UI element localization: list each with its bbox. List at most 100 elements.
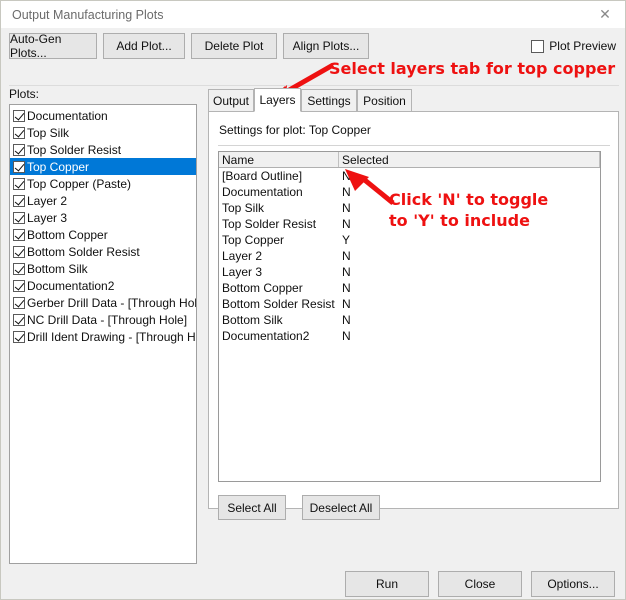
plot-list-item-label: Layer 2	[27, 193, 68, 208]
tab-layers[interactable]: Layers	[254, 88, 301, 112]
checkbox-icon[interactable]	[13, 143, 25, 156]
plots-listbox[interactable]: Documentation Top Silk Top Solder Resist To…	[9, 104, 197, 564]
toolbar-button-auto-gen-plots[interactable]: Auto-Gen Plots...	[9, 32, 97, 60]
tab-strip: Output Layers Settings Position	[208, 88, 619, 112]
plot-list-item[interactable]: Documentation	[10, 107, 196, 124]
layers-grid-row[interactable]: Top Solder Resist N	[219, 216, 600, 232]
panel-separator	[218, 145, 610, 146]
layer-selected-cell[interactable]: N	[339, 200, 600, 216]
layer-selected-cell[interactable]: Y	[339, 232, 600, 248]
plot-list-item[interactable]: Top Silk	[10, 124, 196, 141]
select-all-button[interactable]: Select All	[218, 495, 286, 520]
plot-list-item[interactable]: Top Copper	[10, 158, 196, 175]
layers-grid-row[interactable]: Top Silk N	[219, 200, 600, 216]
layers-grid-row[interactable]: Layer 2 N	[219, 248, 600, 264]
column-header-name[interactable]: Name	[219, 152, 339, 167]
deselect-all-button[interactable]: Deselect All	[302, 495, 380, 520]
checkbox-icon[interactable]	[13, 109, 25, 122]
layers-grid-row[interactable]: Documentation N	[219, 184, 600, 200]
plot-list-item[interactable]: Drill Ident Drawing - [Through Hole	[10, 328, 196, 345]
layer-name-cell: Bottom Solder Resist	[222, 297, 335, 311]
checkbox-icon[interactable]	[13, 245, 25, 258]
toolbar: Auto-Gen Plots... Add Plot... Delete Plot A…	[1, 28, 625, 65]
layers-grid-row[interactable]: Layer 3 N	[219, 264, 600, 280]
toolbar-separator	[9, 85, 619, 86]
layer-selected-cell[interactable]: N	[339, 184, 600, 200]
plot-list-item-label: Layer 3	[27, 210, 68, 225]
plot-list-item-label: Drill Ident Drawing - [Through Hole	[27, 329, 196, 344]
toolbar-button-delete-plot[interactable]: Delete Plot	[191, 33, 277, 59]
layers-grid-row[interactable]: Bottom Solder Resist N	[219, 296, 600, 312]
plot-list-item[interactable]: Bottom Silk	[10, 260, 196, 277]
settings-heading: Settings for plot: Top Copper	[219, 123, 371, 137]
checkbox-icon[interactable]	[13, 126, 25, 139]
plot-list-item[interactable]: Bottom Solder Resist	[10, 243, 196, 260]
layer-name-cell: Layer 3	[222, 265, 263, 279]
checkbox-icon[interactable]	[13, 262, 25, 275]
layer-name-cell: Layer 2	[222, 249, 263, 263]
layer-selected-cell[interactable]: N	[339, 216, 600, 232]
layer-selected-cell[interactable]: N	[339, 168, 600, 184]
plot-list-item-label: Top Copper	[27, 159, 90, 174]
layers-tab-panel: Settings for plot: Top Copper Name Selec…	[208, 111, 619, 520]
layer-selected-cell[interactable]: N	[339, 248, 600, 264]
options-button[interactable]: Options...	[531, 571, 615, 597]
layer-selected-cell[interactable]: N	[339, 328, 600, 344]
tab-settings[interactable]: Settings	[301, 89, 357, 111]
close-button[interactable]: Close	[438, 571, 522, 597]
plot-list-item[interactable]: NC Drill Data - [Through Hole]	[10, 311, 196, 328]
checkbox-icon[interactable]	[13, 330, 25, 343]
plot-list-item-label: Documentation2	[27, 278, 115, 293]
layer-name-cell: Bottom Copper	[222, 281, 303, 295]
layer-name-cell: Top Solder Resist	[222, 217, 317, 231]
plot-list-item-label: NC Drill Data - [Through Hole]	[27, 312, 188, 327]
plot-list-item[interactable]: Top Solder Resist	[10, 141, 196, 158]
checkbox-icon[interactable]	[13, 160, 25, 173]
plot-list-item[interactable]: Gerber Drill Data - [Through Hole]	[10, 294, 196, 311]
window-title: Output Manufacturing Plots	[12, 7, 164, 22]
title-bar: Output Manufacturing Plots ✕	[1, 1, 625, 28]
plot-list-item-label: Top Copper (Paste)	[27, 176, 132, 191]
plot-list-item[interactable]: Documentation2	[10, 277, 196, 294]
checkbox-icon[interactable]	[13, 296, 25, 309]
checkbox-icon[interactable]	[13, 177, 25, 190]
plot-preview-checkbox[interactable]: Plot Preview	[531, 39, 616, 53]
layers-grid-row[interactable]: [Board Outline] N	[219, 168, 600, 184]
layer-selected-cell[interactable]: N	[339, 264, 600, 280]
layers-grid-row[interactable]: Top Copper Y	[219, 232, 600, 248]
checkbox-icon[interactable]	[13, 228, 25, 241]
checkbox-icon[interactable]	[13, 313, 25, 326]
layers-grid-header: Name Selected	[219, 152, 600, 168]
layer-selected-cell[interactable]: N	[339, 296, 600, 312]
output-manufacturing-plots-dialog: Output Manufacturing Plots ✕ Auto-Gen Pl…	[0, 0, 626, 600]
layer-name-cell: Top Silk	[222, 201, 265, 215]
layers-grid-row[interactable]: Bottom Silk N	[219, 312, 600, 328]
toolbar-button-align-plots[interactable]: Align Plots...	[283, 33, 369, 59]
layers-grid-body: [Board Outline] N Documentation N Top Silk N T…	[219, 168, 600, 344]
checkbox-icon[interactable]	[13, 194, 25, 207]
plot-list-item[interactable]: Bottom Copper	[10, 226, 196, 243]
checkbox-icon[interactable]	[531, 39, 545, 53]
plot-list-item-label: Bottom Copper	[27, 227, 108, 242]
plot-list-item-label: Top Solder Resist	[27, 142, 122, 157]
layer-name-cell: Documentation2	[222, 329, 310, 343]
checkbox-icon[interactable]	[13, 279, 25, 292]
tab-position[interactable]: Position	[357, 89, 412, 111]
run-button[interactable]: Run	[345, 571, 429, 597]
layer-selected-cell[interactable]: N	[339, 312, 600, 328]
layer-name-cell: [Board Outline]	[222, 169, 303, 183]
column-header-selected[interactable]: Selected	[339, 152, 600, 167]
close-icon[interactable]: ✕	[583, 1, 625, 28]
plot-list-item-label: Bottom Solder Resist	[27, 244, 140, 259]
layers-grid[interactable]: Name Selected [Board Outline] N Documentat…	[218, 151, 601, 482]
plot-list-item[interactable]: Layer 2	[10, 192, 196, 209]
layers-grid-row[interactable]: Bottom Copper N	[219, 280, 600, 296]
layer-selected-cell[interactable]: N	[339, 280, 600, 296]
checkbox-icon[interactable]	[13, 211, 25, 224]
layers-grid-row[interactable]: Documentation2 N	[219, 328, 600, 344]
plot-list-item[interactable]: Layer 3	[10, 209, 196, 226]
tab-output[interactable]: Output	[208, 89, 254, 111]
plot-list-item[interactable]: Top Copper (Paste)	[10, 175, 196, 192]
toolbar-button-add-plot[interactable]: Add Plot...	[103, 33, 185, 59]
plot-list-item-label: Documentation	[27, 108, 108, 123]
